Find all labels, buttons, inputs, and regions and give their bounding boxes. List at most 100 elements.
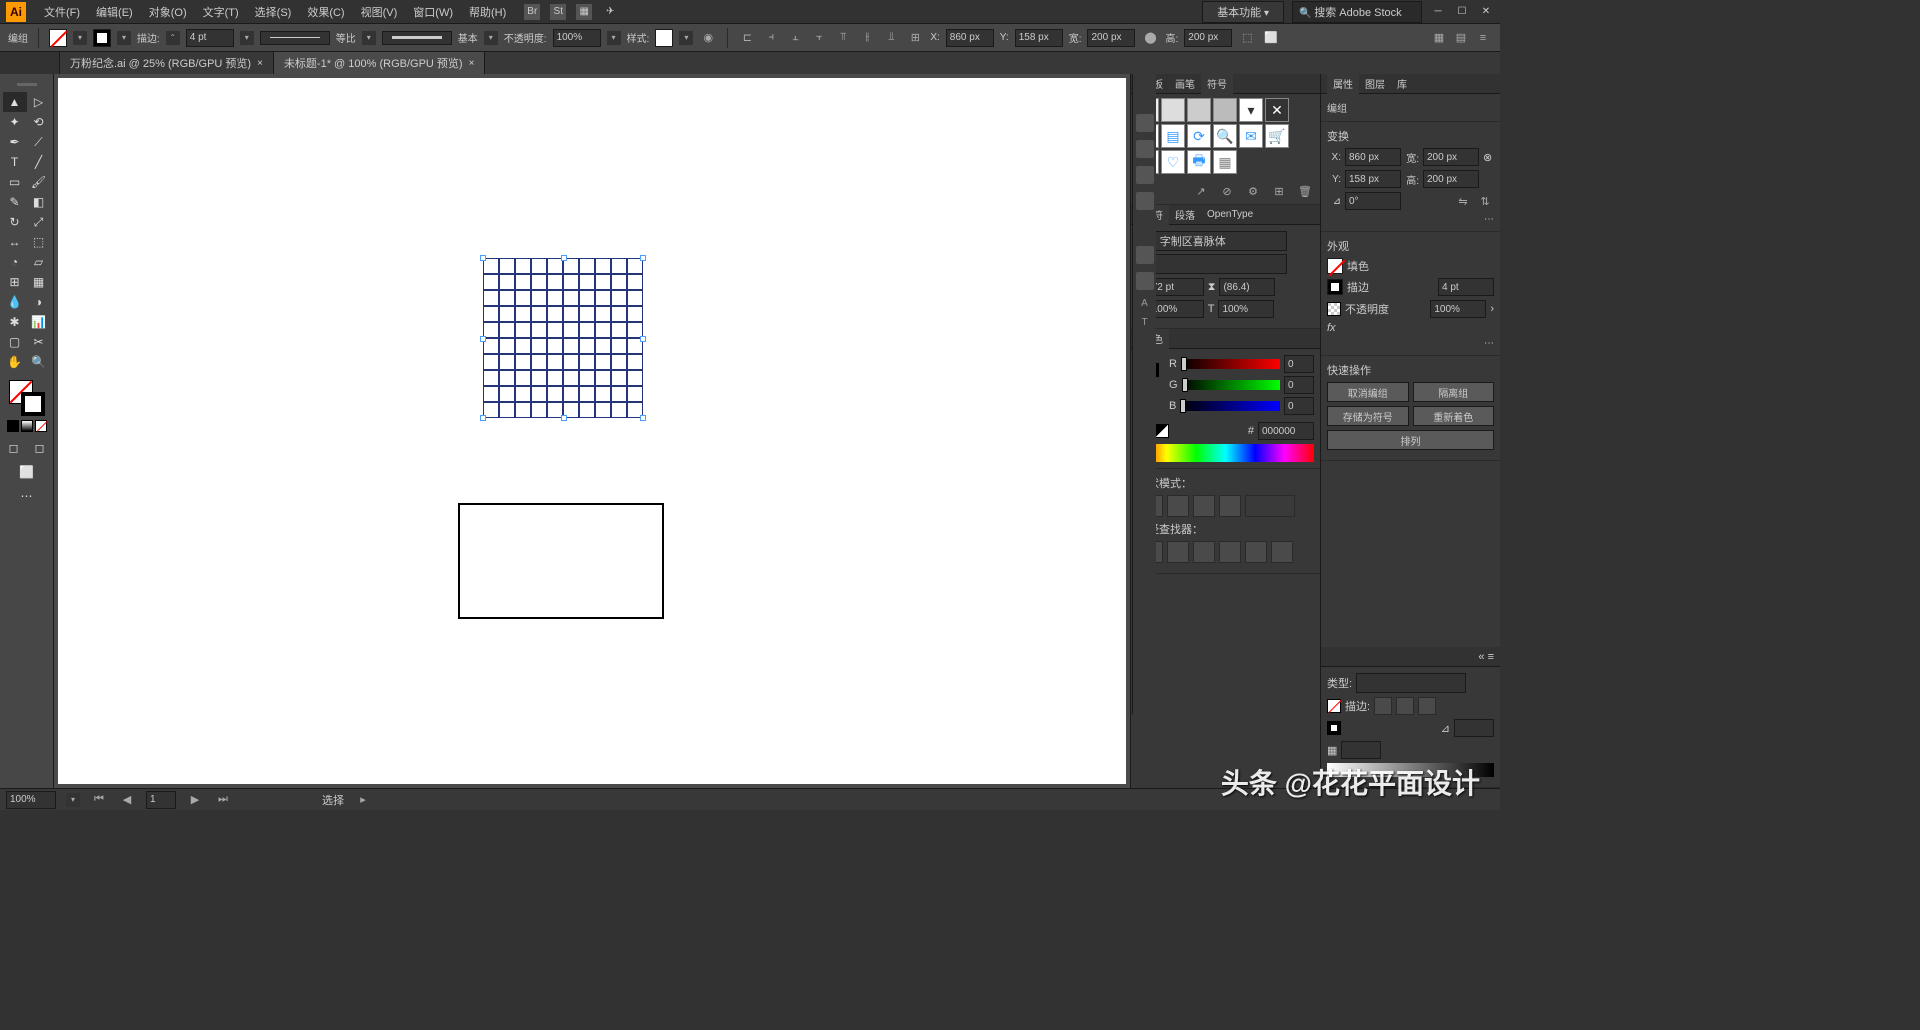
stroke-profile-dd[interactable]: ▾ [362,31,376,45]
font-size-input[interactable] [1148,278,1204,296]
hand-tool[interactable]: ✋ [3,352,27,372]
workspace-switcher[interactable]: 基本功能 ▾ [1202,1,1284,23]
sym-opts-icon[interactable]: ⚙ [1244,182,1262,200]
grad-mode-1[interactable] [1374,697,1392,715]
prop-h-input[interactable] [1423,170,1479,188]
grad-mode-2[interactable] [1396,697,1414,715]
opacity-input[interactable] [553,29,601,47]
menu-help[interactable]: 帮助(H) [461,4,514,20]
nav-last-icon[interactable]: ⏭ [214,791,232,809]
font-style-dd[interactable]: - [1137,254,1287,274]
selection-tool[interactable]: ▲ [3,92,27,112]
sym-4[interactable] [1213,98,1237,122]
prop-angle-input[interactable] [1345,192,1401,210]
stroke-dd[interactable]: ▾ [117,31,131,45]
hex-input[interactable] [1258,422,1314,440]
shaper-tool[interactable]: ✎ [3,192,27,212]
link-wh-icon[interactable]: ⬤ [1141,29,1159,47]
grad-mode-3[interactable] [1418,697,1436,715]
sym-place-icon[interactable]: ↗ [1192,182,1210,200]
sym-chart[interactable]: ▤ [1161,124,1185,148]
arrange-icon[interactable]: ▦ [576,4,592,20]
menu-view[interactable]: 视图(V) [353,4,406,20]
minimize-button[interactable]: ─ [1430,5,1446,19]
b-slider[interactable] [1180,401,1280,411]
expand-btn[interactable] [1245,495,1295,517]
align-bottom-icon[interactable]: ⫫ [882,29,900,47]
stroke-weight-dd[interactable]: ▾ [240,31,254,45]
prop-stroke-input[interactable] [1438,278,1494,296]
draw-behind[interactable]: ◻ [28,438,52,458]
doc-tab-2[interactable]: 未标题-1* @ 100% (RGB/GPU 预览) × [274,52,486,74]
minus-icon[interactable] [1167,495,1189,517]
y-input[interactable] [1015,29,1063,47]
artboard[interactable] [58,78,1126,784]
r-slider[interactable] [1181,359,1280,369]
sym-mail[interactable]: ✉ [1239,124,1263,148]
menu-type[interactable]: 文字(T) [195,4,247,20]
fill-dd[interactable]: ▾ [73,31,87,45]
stroke-weight-input[interactable] [186,29,234,47]
prop-w-input[interactable] [1423,148,1479,166]
sym-cart[interactable]: 🛒 [1265,124,1289,148]
gradient-mode[interactable] [21,420,33,432]
prop-y-input[interactable] [1345,170,1401,188]
w-input[interactable] [1087,29,1135,47]
gradient-tool[interactable]: ▦ [27,272,51,292]
hscale-input[interactable] [1218,300,1274,318]
sym-new-icon[interactable]: ⊞ [1270,182,1288,200]
grad-fill-swatch[interactable] [1327,699,1341,713]
brushes-tab[interactable]: 画笔 [1169,74,1201,94]
link-icon[interactable]: ⊗ [1483,151,1492,164]
isolate-btn[interactable]: 隔离组 [1413,382,1495,402]
crop-icon[interactable] [1219,541,1241,563]
bridge-icon[interactable]: Br [524,4,540,20]
menu-file[interactable]: 文件(F) [36,4,88,20]
grad-angle[interactable] [1454,719,1494,737]
zoom-input[interactable] [6,791,56,809]
prop-opacity-input[interactable] [1430,300,1486,318]
grad-aspect[interactable] [1341,741,1381,759]
transform-icon[interactable]: ⊞ [906,29,924,47]
artboard-num[interactable] [146,791,176,809]
menu-effect[interactable]: 效果(C) [299,4,352,20]
maximize-button[interactable]: ☐ [1454,5,1470,19]
g-input[interactable] [1284,376,1314,394]
doc-tab-1[interactable]: 万粉纪念.ai @ 25% (RGB/GPU 预览) × [60,52,274,74]
transform-more[interactable]: ⋯ [1327,214,1494,225]
stroke-profile[interactable] [260,31,330,45]
brush-tool[interactable]: 🖌 [27,172,51,192]
brush-dd[interactable]: ▾ [484,31,498,45]
exclude-icon[interactable] [1219,495,1241,517]
gpu-icon[interactable]: ✈ [602,4,618,20]
align-left-icon[interactable]: ⫞ [762,29,780,47]
grid-object[interactable] [483,258,643,418]
fx-icon[interactable]: fx [1327,322,1336,334]
align-right-icon[interactable]: ⫟ [810,29,828,47]
opacity-dd[interactable]: ▾ [607,31,621,45]
status-nav-icon[interactable]: ▸ [354,791,372,809]
color-spectrum[interactable] [1137,444,1314,462]
stock-icon[interactable]: St [550,4,566,20]
symbol-sprayer-tool[interactable]: ✱ [3,312,27,332]
fill-swatch[interactable] [49,29,67,47]
color-mode[interactable] [7,420,19,432]
none-mode[interactable] [35,420,47,432]
ungroup-btn[interactable]: 取消编组 [1327,382,1409,402]
grad-stroke-swatch[interactable] [1327,721,1341,735]
layers-tab[interactable]: 图层 [1359,74,1391,94]
align-hcenter-icon[interactable]: ⫠ [786,29,804,47]
sym-print[interactable]: 🖶 [1187,150,1211,174]
leading-input[interactable] [1219,278,1275,296]
align-top-icon[interactable]: ⫪ [834,29,852,47]
outline-icon[interactable] [1245,541,1267,563]
canvas-area[interactable] [54,74,1130,788]
width-tool[interactable]: ↔ [3,232,27,252]
line-tool[interactable]: ╱ [27,152,51,172]
sym-rss[interactable]: ⟳ [1187,124,1211,148]
x-input[interactable] [946,29,994,47]
trim-icon[interactable] [1167,541,1189,563]
free-transform-tool[interactable]: ⬚ [27,232,51,252]
minusback-icon[interactable] [1271,541,1293,563]
prop-opacity-swatch[interactable] [1327,302,1341,316]
